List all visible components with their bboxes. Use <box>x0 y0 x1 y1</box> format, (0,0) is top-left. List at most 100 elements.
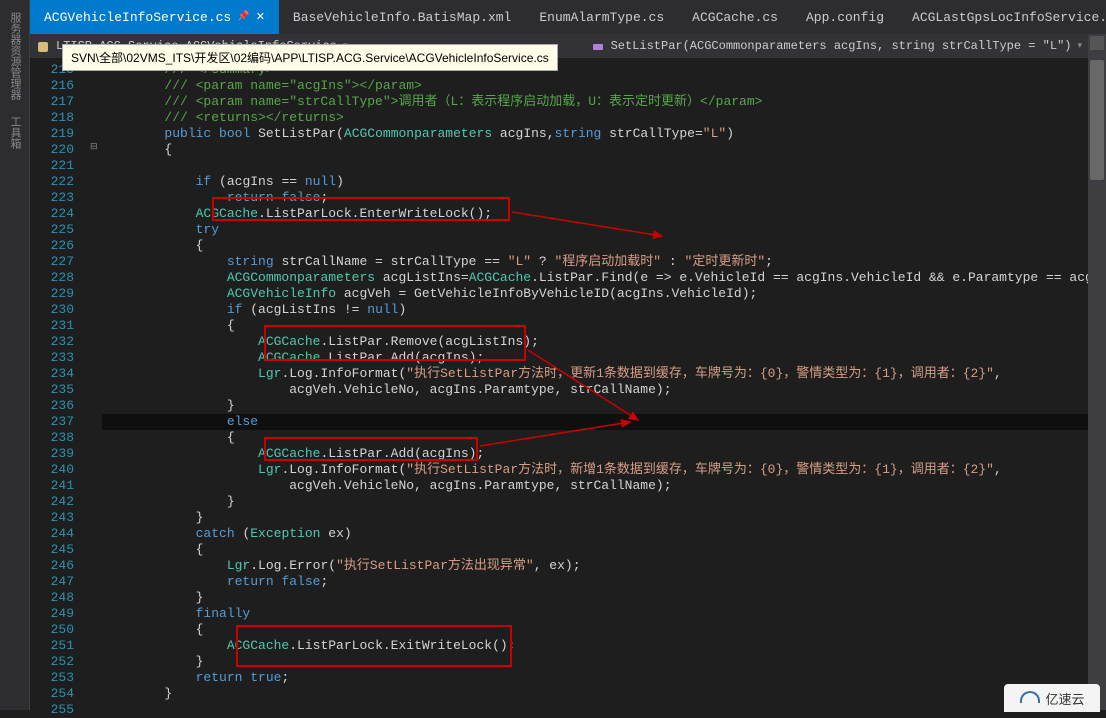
code-editor[interactable]: 2152162172182192202212222232242252262272… <box>30 58 1088 710</box>
code-token: ACGCommonparameters <box>344 126 492 141</box>
code-line[interactable]: return false; <box>102 574 1088 590</box>
pin-icon[interactable]: 📌 <box>237 11 249 23</box>
code-line[interactable]: } <box>102 654 1088 670</box>
line-number: 251 <box>30 638 74 654</box>
line-number: 224 <box>30 206 74 222</box>
code-token: ) <box>336 174 344 189</box>
tab-acgcache-cs[interactable]: ACGCache.cs <box>678 0 792 34</box>
code-token: , ex); <box>534 558 581 573</box>
code-line[interactable]: } <box>102 398 1088 414</box>
breadcrumb-right[interactable]: SetListPar(ACGCommonparameters acgIns, s… <box>591 39 1088 53</box>
code-line[interactable]: string strCallName = strCallType == "L" … <box>102 254 1088 270</box>
close-icon[interactable]: ✕ <box>256 10 265 24</box>
class-icon <box>36 39 50 53</box>
code-line[interactable]: if (acgListIns != null) <box>102 302 1088 318</box>
code-token: ACGCache <box>196 206 258 221</box>
code-token: return <box>227 190 274 205</box>
line-number: 254 <box>30 686 74 702</box>
code-token: } <box>102 494 235 509</box>
code-line[interactable]: return false; <box>102 190 1088 206</box>
code-token: Lgr <box>258 366 281 381</box>
code-token: if <box>227 302 243 317</box>
tab-label: ACGLastGpsLocInfoService.cs <box>912 10 1106 25</box>
code-line[interactable]: { <box>102 142 1088 158</box>
code-line[interactable]: ACGCache.ListPar.Add(acgIns); <box>102 350 1088 366</box>
code-line[interactable]: acgVeh.VehicleNo, acgIns.Paramtype, strC… <box>102 478 1088 494</box>
code-line[interactable]: ACGCache.ListPar.Add(acgIns); <box>102 446 1088 462</box>
code-line[interactable] <box>102 702 1088 710</box>
tab-app-config[interactable]: App.config <box>792 0 898 34</box>
code-line[interactable] <box>102 158 1088 174</box>
code-token: { <box>102 430 235 445</box>
line-number-gutter: 2152162172182192202212222232242252262272… <box>30 58 88 710</box>
sidebar-item-server-explorer[interactable]: 服务器资源管理器 <box>0 4 28 108</box>
sidebar-item-toolbox[interactable]: 工具箱 <box>0 108 28 157</box>
code-token: .ListParLock.ExitWriteLock(); <box>289 638 515 653</box>
code-token: strCallName = strCallType == <box>274 254 508 269</box>
line-number: 241 <box>30 478 74 494</box>
code-line[interactable]: Lgr.Log.InfoFormat("执行SetListPar方法时，更新1条… <box>102 366 1088 382</box>
line-number: 226 <box>30 238 74 254</box>
tab-basevehicleinfo-batismap-xml[interactable]: BaseVehicleInfo.BatisMap.xml <box>279 0 525 34</box>
fold-minus-icon[interactable]: ⊟ <box>90 142 98 152</box>
code-line[interactable]: ACGCache.ListParLock.EnterWriteLock(); <box>102 206 1088 222</box>
code-area[interactable]: /// </summary> /// <param name="acgIns">… <box>102 58 1088 710</box>
code-token: else <box>227 414 258 429</box>
code-token: catch <box>196 526 235 541</box>
code-token <box>102 638 227 653</box>
code-token: (acgListIns != <box>242 302 367 317</box>
line-number: 227 <box>30 254 74 270</box>
code-line[interactable]: { <box>102 542 1088 558</box>
code-line[interactable]: Lgr.Log.InfoFormat("执行SetListPar方法时，新增1条… <box>102 462 1088 478</box>
line-number: 218 <box>30 110 74 126</box>
code-line[interactable]: } <box>102 510 1088 526</box>
code-token: ; <box>281 670 289 685</box>
tab-acgvehicleinfoservice-cs[interactable]: ACGVehicleInfoService.cs📌✕ <box>30 0 279 34</box>
code-token <box>102 606 196 621</box>
line-number: 235 <box>30 382 74 398</box>
code-line[interactable]: { <box>102 238 1088 254</box>
line-number: 243 <box>30 510 74 526</box>
code-line[interactable]: acgVeh.VehicleNo, acgIns.Paramtype, strC… <box>102 382 1088 398</box>
fold-column: ⊟ <box>88 58 102 710</box>
code-line[interactable]: try <box>102 222 1088 238</box>
code-line[interactable]: ACGCommonparameters acgListIns=ACGCache.… <box>102 270 1088 286</box>
code-line[interactable]: { <box>102 622 1088 638</box>
code-token: acgVeh = GetVehicleInfoByVehicleID(acgIn… <box>336 286 757 301</box>
code-line[interactable]: } <box>102 494 1088 510</box>
line-number: 249 <box>30 606 74 622</box>
code-line[interactable]: } <box>102 590 1088 606</box>
code-line[interactable]: return true; <box>102 670 1088 686</box>
code-line[interactable]: /// <param name="strCallType">调用者（L：表示程序… <box>102 94 1088 110</box>
code-token: try <box>196 222 219 237</box>
code-line[interactable]: finally <box>102 606 1088 622</box>
code-token: .ListParLock.EnterWriteLock(); <box>258 206 492 221</box>
code-token: "L" <box>703 126 726 141</box>
code-token: (acgIns == <box>211 174 305 189</box>
code-line[interactable]: /// <returns></returns> <box>102 110 1088 126</box>
code-token: /// <returns></returns> <box>102 110 344 125</box>
code-token: acgListIns= <box>375 270 469 285</box>
code-token: null <box>367 302 398 317</box>
code-line[interactable]: { <box>102 430 1088 446</box>
code-line[interactable]: ACGCache.ListParLock.ExitWriteLock(); <box>102 638 1088 654</box>
code-line[interactable]: Lgr.Log.Error("执行SetListPar方法出现异常", ex); <box>102 558 1088 574</box>
vertical-scrollbar[interactable] <box>1090 60 1104 180</box>
code-line[interactable]: } <box>102 686 1088 702</box>
line-number: 219 <box>30 126 74 142</box>
line-number: 216 <box>30 78 74 94</box>
code-line[interactable]: /// <param name="acgIns"></param> <box>102 78 1088 94</box>
tab-acglastgpslocinfoservice-cs[interactable]: ACGLastGpsLocInfoService.cs <box>898 0 1106 34</box>
code-line[interactable]: if (acgIns == null) <box>102 174 1088 190</box>
tab-enumalarmtype-cs[interactable]: EnumAlarmType.cs <box>525 0 678 34</box>
code-line[interactable]: ACGCache.ListPar.Remove(acgListIns); <box>102 334 1088 350</box>
code-line[interactable]: public bool SetListPar(ACGCommonparamete… <box>102 126 1088 142</box>
code-line[interactable]: catch (Exception ex) <box>102 526 1088 542</box>
code-token: SetListPar( <box>250 126 344 141</box>
code-token: strCallType= <box>601 126 702 141</box>
code-line[interactable]: { <box>102 318 1088 334</box>
code-line[interactable]: ACGVehicleInfo acgVeh = GetVehicleInfoBy… <box>102 286 1088 302</box>
code-line[interactable]: else <box>102 414 1088 430</box>
method-icon <box>591 39 605 53</box>
split-horizontal-icon[interactable] <box>1090 36 1104 50</box>
